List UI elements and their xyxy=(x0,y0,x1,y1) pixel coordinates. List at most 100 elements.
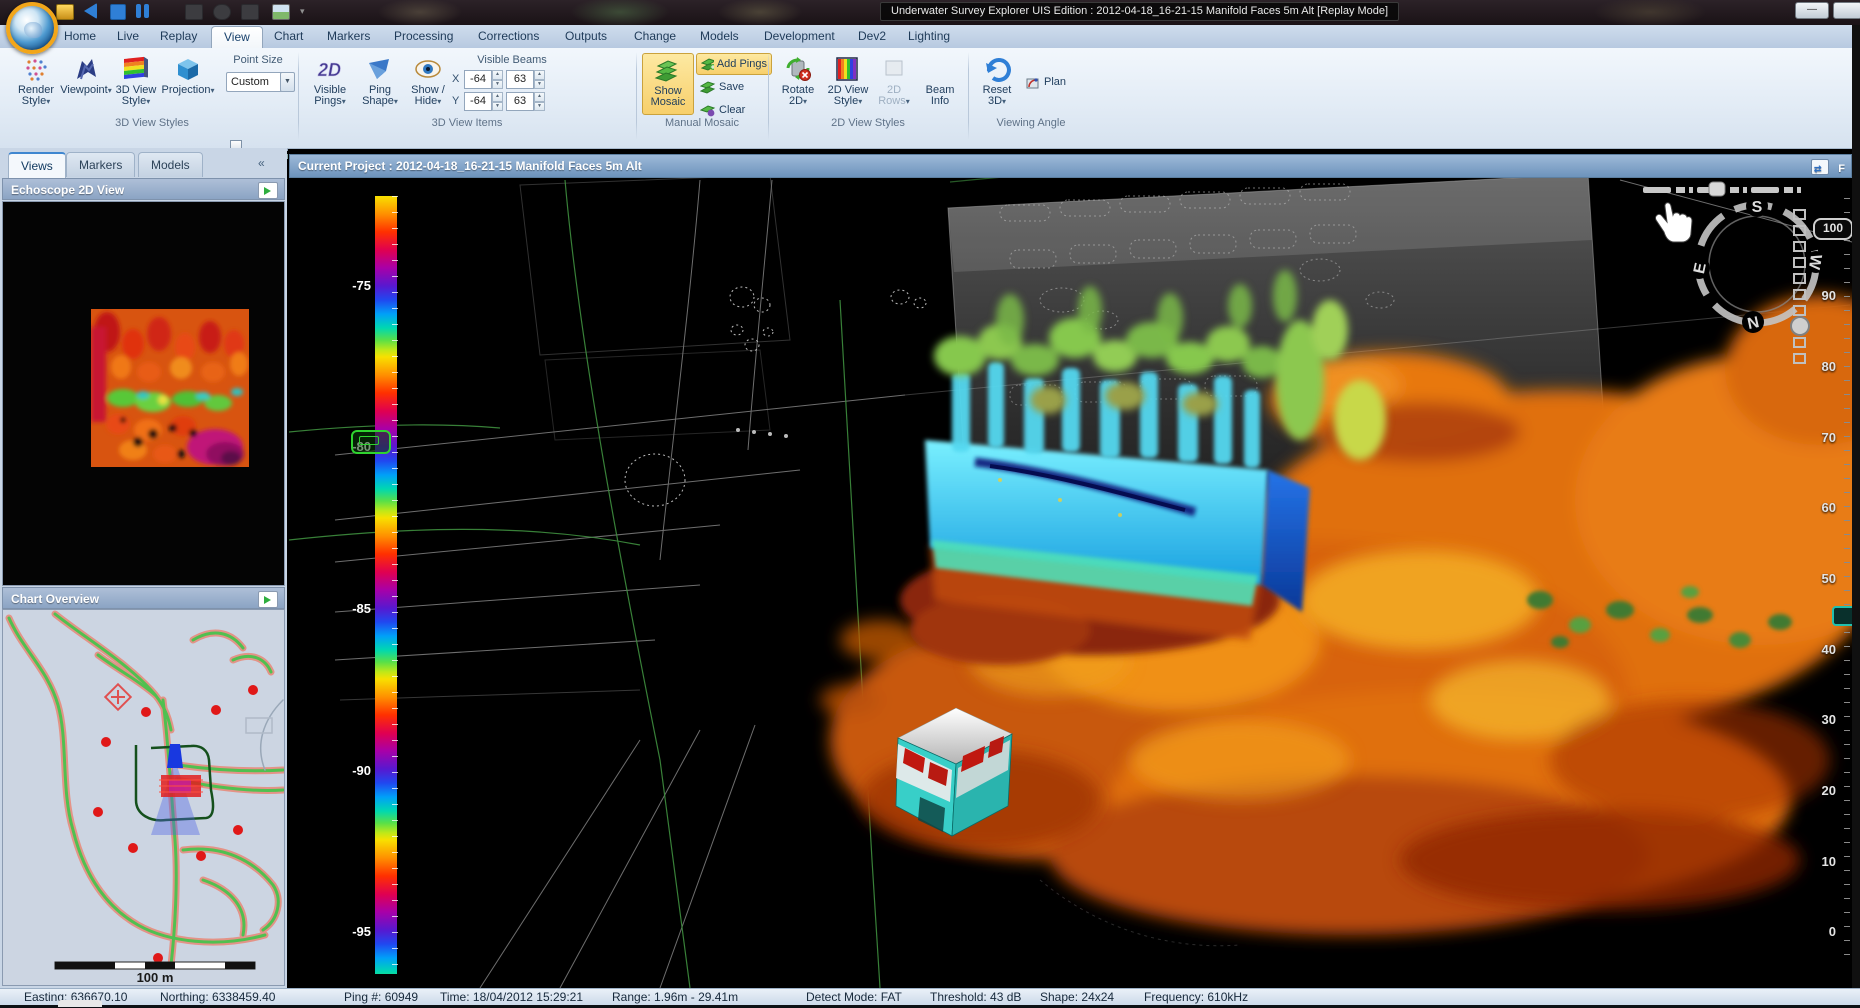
show-mosaic-button[interactable]: Show Mosaic xyxy=(642,53,694,115)
clear-label: Clear xyxy=(719,104,745,116)
tab-change[interactable]: Change xyxy=(622,26,688,47)
window-titlebar: ▾ Underwater Survey Explorer UIS Edition… xyxy=(0,0,1860,25)
sidebar-tab-models[interactable]: Models xyxy=(138,152,203,177)
3d-view-style-icon xyxy=(122,55,150,83)
beams-x-min-spinner[interactable]: ▲▼ xyxy=(492,70,503,89)
save-label: Save xyxy=(719,81,744,93)
viewpoint-icon xyxy=(73,55,99,83)
beams-y-min-spinner[interactable]: ▲▼ xyxy=(492,92,503,111)
beams-y-max-spinner[interactable]: ▲▼ xyxy=(534,92,545,111)
snapshot-icon[interactable] xyxy=(272,4,290,20)
viewpoint-button[interactable]: Viewpoint xyxy=(60,53,112,115)
show-hide-button[interactable]: Show / Hide xyxy=(402,53,454,115)
pause-icon[interactable] xyxy=(144,4,149,18)
tab-lighting[interactable]: Lighting xyxy=(896,26,962,47)
tab-chart[interactable]: Chart xyxy=(262,26,315,47)
ruler-label: 40 xyxy=(1784,642,1836,657)
tab-markers[interactable]: Markers xyxy=(315,26,382,47)
disabled-record-icon xyxy=(213,4,231,20)
point-size-combo[interactable]: Custom xyxy=(226,72,286,92)
tab-models[interactable]: Models xyxy=(688,26,751,47)
minimize-button[interactable]: — xyxy=(1795,2,1829,19)
tilt-slider-thumb[interactable] xyxy=(1791,317,1809,335)
sidebar-collapse-button[interactable]: « xyxy=(258,156,265,170)
range-ruler-marker[interactable] xyxy=(1832,606,1852,626)
beam-info-button[interactable]: Beam Info xyxy=(918,53,962,115)
render-style-button[interactable]: Render Style xyxy=(10,53,62,115)
popout-icon[interactable] xyxy=(258,591,278,608)
echoscope-2d-view-title: Echoscope 2D View xyxy=(11,183,124,197)
rotation-slider-thumb[interactable] xyxy=(1709,182,1725,196)
group-label-3d-view-items: 3D View Items xyxy=(300,116,634,130)
reset-3d-button[interactable]: Reset 3D xyxy=(974,53,1020,115)
beams-y-min-input[interactable]: -64 xyxy=(464,92,492,111)
group-label-manual-mosaic: Manual Mosaic xyxy=(638,116,766,130)
ruler-label: 10 xyxy=(1784,854,1836,869)
2d-view-style-label: 2D View Style xyxy=(822,85,874,107)
sidebar-tab-markers[interactable]: Markers xyxy=(66,152,135,177)
status-threshold: Threshold: 43 dB xyxy=(930,990,1021,1004)
open-folder-icon[interactable] xyxy=(56,4,74,20)
2d-view-style-button[interactable]: 2D View Style xyxy=(822,53,874,115)
tab-home[interactable]: Home xyxy=(52,26,108,47)
disabled-stop-icon xyxy=(241,4,259,20)
stop-icon[interactable] xyxy=(110,4,126,20)
rotation-slider-horizontal[interactable] xyxy=(1643,182,1801,196)
status-bar: Easting: 636670.10 Northing: 6338459.40 … xyxy=(0,988,1860,1008)
show-mosaic-label: Show Mosaic xyxy=(643,86,693,108)
visible-pings-button[interactable]: 2D Visible Pings xyxy=(304,53,356,115)
fullscreen-icon[interactable] xyxy=(1811,159,1829,175)
status-ping: Ping #: 60949 xyxy=(344,990,418,1004)
echoscope-2d-view-panel[interactable] xyxy=(2,201,285,586)
chart-overview-panel[interactable]: 100 m xyxy=(2,609,285,986)
point-size-combo-arrow[interactable]: ▼ xyxy=(280,72,295,92)
plan-button[interactable]: Plan xyxy=(1022,72,1082,92)
rotate-2d-icon xyxy=(783,55,813,83)
application-orb-button[interactable] xyxy=(6,2,58,54)
tab-corrections[interactable]: Corrections xyxy=(466,26,551,47)
tab-processing[interactable]: Processing xyxy=(382,26,465,47)
2d-rows-button: 2D Rows xyxy=(872,53,916,115)
ping-shape-button[interactable]: Ping Shape xyxy=(354,53,406,115)
tab-view[interactable]: View xyxy=(211,26,263,48)
show-hide-label: Show / Hide xyxy=(402,85,454,107)
ruler-label: 20 xyxy=(1784,783,1836,798)
quick-access-dropdown-icon[interactable]: ▾ xyxy=(300,6,305,17)
disabled-playback-icon xyxy=(185,4,203,20)
sonar-2d-image xyxy=(3,202,284,585)
colorbar-depth-marker[interactable] xyxy=(351,430,391,454)
beams-x-max-input[interactable]: 63 xyxy=(506,70,534,89)
ruler-label: 30 xyxy=(1784,712,1836,727)
projection-button[interactable]: Projection xyxy=(162,53,214,115)
add-pings-button[interactable]: Add Pings xyxy=(696,53,772,75)
tab-replay[interactable]: Replay xyxy=(148,26,209,47)
3d-viewport[interactable]: S E W N -75 -80 -85 -90 -95 1 xyxy=(289,178,1852,988)
beams-x-max-spinner[interactable]: ▲▼ xyxy=(534,70,545,89)
3d-scene[interactable]: S E W N xyxy=(289,178,1852,988)
tab-live[interactable]: Live xyxy=(105,26,151,47)
save-mosaic-button[interactable]: Save xyxy=(696,77,770,97)
beams-x-min-input[interactable]: -64 xyxy=(464,70,492,89)
rotate-2d-label: Rotate 2D xyxy=(772,85,824,107)
viewpoint-label: Viewpoint xyxy=(60,85,112,96)
hand-cursor xyxy=(1656,203,1692,242)
rotate-2d-button[interactable]: Rotate 2D xyxy=(772,53,824,115)
colorbar-label: -90 xyxy=(327,763,371,778)
window-edge xyxy=(1852,25,1860,1007)
popout-icon[interactable] xyxy=(258,182,278,199)
step-back-icon[interactable] xyxy=(84,3,97,19)
tab-outputs[interactable]: Outputs xyxy=(553,26,619,47)
tab-dev2[interactable]: Dev2 xyxy=(846,26,898,47)
projection-label: Projection xyxy=(162,85,215,96)
app-logo-icon xyxy=(24,22,42,38)
svg-text:2D: 2D xyxy=(317,60,341,80)
compass-south-label: S xyxy=(1752,199,1763,216)
depth-colorbar-ticks xyxy=(392,196,398,974)
pause-icon[interactable] xyxy=(136,4,141,18)
tab-development[interactable]: Development xyxy=(752,26,847,47)
sidebar-tab-views[interactable]: Views xyxy=(8,152,66,178)
range-ruler-thumb[interactable]: 100 xyxy=(1813,218,1852,240)
3d-view-style-button[interactable]: 3D View Style xyxy=(110,53,162,115)
maximize-button[interactable] xyxy=(1833,2,1860,19)
beams-y-max-input[interactable]: 63 xyxy=(506,92,534,111)
